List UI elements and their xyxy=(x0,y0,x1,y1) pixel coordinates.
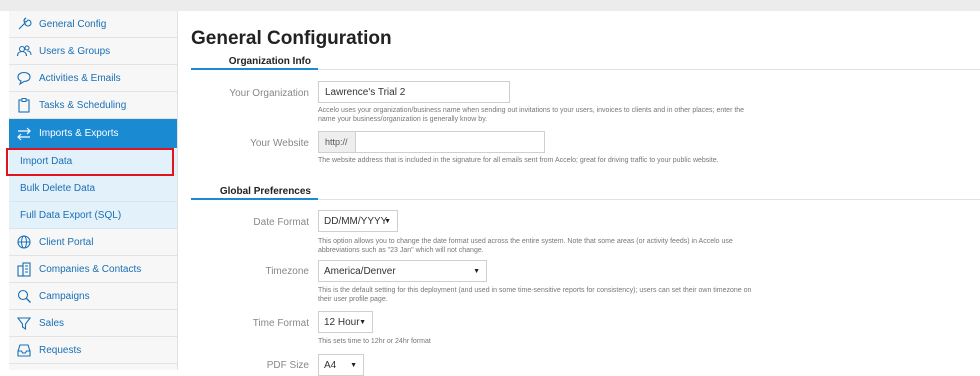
sidebar-item-requests[interactable]: Requests xyxy=(9,337,177,364)
sidebar-subitem-label: Bulk Delete Data xyxy=(20,182,96,194)
pdf-size-value: A4 xyxy=(324,359,337,371)
page-title: General Configuration xyxy=(191,28,392,49)
sidebar-item-label: Users & Groups xyxy=(39,45,111,57)
sidebar-subitem-bulk-delete[interactable]: Bulk Delete Data xyxy=(9,175,177,202)
top-strip xyxy=(0,0,980,11)
inbox-icon xyxy=(9,342,39,358)
date-format-help-text: This option allows you to change the dat… xyxy=(318,238,733,254)
date-format-select[interactable]: DD/MM/YYYY ▼ xyxy=(318,210,398,232)
pdf-size-label: PDF Size xyxy=(266,360,309,371)
date-format-value: DD/MM/YYYY xyxy=(324,215,388,227)
website-help-text: The website address that is included in … xyxy=(318,157,719,164)
chat-icon xyxy=(9,70,39,86)
organization-input[interactable] xyxy=(318,81,510,103)
time-format-label: Time Format xyxy=(252,318,309,329)
clipboard-icon xyxy=(9,97,39,113)
date-format-label: Date Format xyxy=(253,217,309,228)
caret-down-icon: ▼ xyxy=(350,362,357,369)
timezone-help-text: This is the default setting for this dep… xyxy=(318,287,752,303)
sidebar-item-label: Companies & Contacts xyxy=(39,263,142,275)
sidebar-item-label: Imports & Exports xyxy=(39,128,119,139)
globe-icon xyxy=(9,234,39,250)
sidebar-item-label: Campaigns xyxy=(39,290,90,302)
time-format-value: 12 Hour xyxy=(324,316,360,328)
sidebar-item-tasks-scheduling[interactable]: Tasks & Scheduling xyxy=(9,92,177,119)
sidebar-item-sales[interactable]: Sales xyxy=(9,310,177,337)
website-input[interactable] xyxy=(355,131,545,153)
swap-arrows-icon xyxy=(9,126,39,142)
building-icon xyxy=(9,261,39,277)
users-icon xyxy=(9,43,39,59)
website-prefix: http:// xyxy=(318,131,356,153)
timezone-value: America/Denver xyxy=(324,265,396,277)
time-format-help-text: This sets time to 12hr or 24hr format xyxy=(318,338,431,345)
sidebar-item-users-groups[interactable]: Users & Groups xyxy=(9,38,177,65)
sidebar-subitem-full-export[interactable]: Full Data Export (SQL) xyxy=(9,202,177,229)
sidebar-item-activities-emails[interactable]: Activities & Emails xyxy=(9,65,177,92)
time-format-select[interactable]: 12 Hour ▼ xyxy=(318,311,373,333)
section-heading-organization: Organization Info xyxy=(228,56,311,67)
sidebar-item-label: General Config xyxy=(39,18,107,30)
section-heading-preferences: Global Preferences xyxy=(219,186,311,197)
sidebar-item-general-config[interactable]: General Config xyxy=(9,11,177,38)
section-accent xyxy=(191,198,318,200)
sidebar-item-imports-exports[interactable]: Imports & Exports xyxy=(9,119,177,153)
sidebar-item-companies-contacts[interactable]: Companies & Contacts xyxy=(9,256,177,283)
timezone-select[interactable]: America/Denver ▼ xyxy=(318,260,487,282)
sidebar-item-label: Client Portal xyxy=(39,236,94,248)
sidebar-item-label: Tasks & Scheduling xyxy=(39,99,127,111)
main-content: General Configuration Organization Info … xyxy=(178,11,980,376)
pdf-size-select[interactable]: A4 ▼ xyxy=(318,354,364,376)
org-label: Your Organization xyxy=(229,88,309,99)
caret-down-icon: ▼ xyxy=(384,218,391,225)
settings-sidebar: General Config Users & Groups Activities… xyxy=(6,11,178,370)
sidebar-item-client-portal[interactable]: Client Portal xyxy=(9,229,177,256)
caret-down-icon: ▼ xyxy=(359,319,366,326)
website-label: Your Website xyxy=(250,138,309,149)
sidebar-item-campaigns[interactable]: Campaigns xyxy=(9,283,177,310)
sidebar-subitem-label: Import Data xyxy=(20,155,73,167)
sidebar-item-label: Activities & Emails xyxy=(39,72,121,84)
sidebar-subitem-import-data[interactable]: Import Data xyxy=(6,148,177,176)
org-help-text: Accelo uses your organization/business n… xyxy=(318,107,745,123)
timezone-label: Timezone xyxy=(265,266,309,277)
sidebar-item-label: Requests xyxy=(39,344,82,356)
sidebar-item-label: Sales xyxy=(39,317,65,329)
caret-down-icon: ▼ xyxy=(473,268,480,275)
magnifier-icon xyxy=(9,288,39,304)
sidebar-subitem-label: Full Data Export (SQL) xyxy=(20,209,122,221)
section-accent xyxy=(191,68,318,70)
funnel-icon xyxy=(9,315,39,331)
wrench-icon xyxy=(9,16,39,32)
